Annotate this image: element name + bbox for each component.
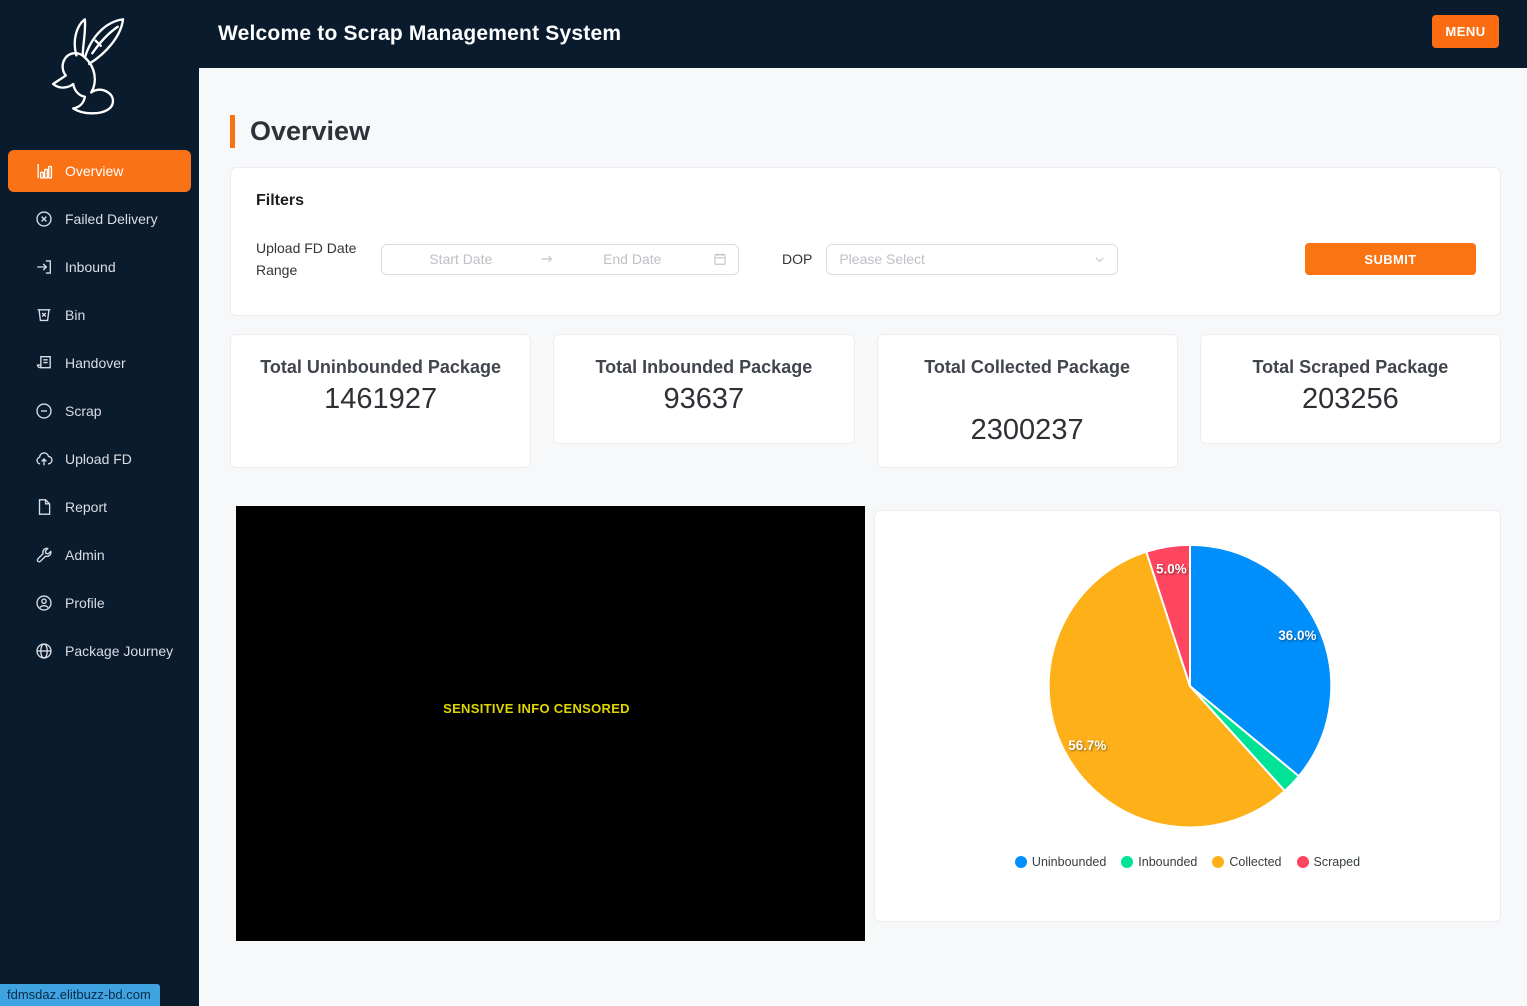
date-range-input[interactable]: Start Date End Date <box>381 244 739 275</box>
pie-legend: Uninbounded Inbounded Collected Scraped <box>875 855 1500 869</box>
sidebar-item-bin[interactable]: Bin <box>8 294 191 336</box>
sidebar-item-label: Package Journey <box>65 643 173 659</box>
sidebar-item-package-journey[interactable]: Package Journey <box>8 630 191 672</box>
pie-chart-panel: 36.0% 56.7% 5.0% Uninbounded Inbounded Colle… <box>874 510 1501 922</box>
legend-dot <box>1297 856 1309 868</box>
sidebar-item-label: Overview <box>65 163 123 179</box>
dop-label: DOP <box>782 251 812 267</box>
circle-x-icon <box>35 210 53 228</box>
sidebar-item-label: Handover <box>65 355 126 371</box>
heading-accent-bar <box>230 115 235 148</box>
pie-percent-label: 36.0% <box>1278 628 1316 643</box>
page-heading: Overview <box>230 115 1501 148</box>
logo <box>34 10 199 122</box>
top-bar: Welcome to Scrap Management System MENU <box>0 0 1527 68</box>
sidebar-item-upload-fd[interactable]: Upload FD <box>8 438 191 480</box>
sidebar-item-label: Inbound <box>65 259 116 275</box>
sidebar-menu: Overview Failed Delivery Inbound Bin Han… <box>0 122 199 672</box>
sidebar-item-label: Scrap <box>65 403 102 419</box>
stat-value: 203256 <box>1302 383 1399 416</box>
bin-x-icon <box>35 306 53 324</box>
section-title: Overview <box>250 116 370 147</box>
stat-value: 2300237 <box>971 414 1084 447</box>
sidebar-item-failed-delivery[interactable]: Failed Delivery <box>8 198 191 240</box>
sidebar-item-inbound[interactable]: Inbound <box>8 246 191 288</box>
legend-dot <box>1121 856 1133 868</box>
censored-label: SENSITIVE INFO CENSORED <box>222 701 851 716</box>
filters-title: Filters <box>256 192 1476 210</box>
legend-item-uninbounded[interactable]: Uninbounded <box>1015 855 1106 869</box>
pie-percent-label: 56.7% <box>1068 738 1106 753</box>
stat-value: 93637 <box>664 383 745 416</box>
date-range-label: Upload FD Date Range <box>256 237 368 281</box>
filters-card: Filters Upload FD Date Range Start Date … <box>230 167 1501 316</box>
wrench-icon <box>35 546 53 564</box>
sidebar-item-report[interactable]: Report <box>8 486 191 528</box>
charts-row: SENSITIVE INFO CENSORED 36.0% 56.7% 5.0% U… <box>230 506 1501 941</box>
swap-right-arrow-icon <box>540 252 554 266</box>
sidebar-item-label: Upload FD <box>65 451 132 467</box>
dop-placeholder: Please Select <box>839 251 925 267</box>
sidebar-item-handover[interactable]: Handover <box>8 342 191 384</box>
pie-percent-label: 5.0% <box>1156 561 1187 576</box>
scroll-doc-icon <box>35 354 53 372</box>
stat-card-uninbounded: Total Uninbounded Package 1461927 <box>230 334 531 468</box>
legend-dot <box>1015 856 1027 868</box>
stat-card-scraped: Total Scraped Package 203256 <box>1200 334 1501 444</box>
legend-item-scraped[interactable]: Scraped <box>1297 855 1361 869</box>
stat-card-inbounded: Total Inbounded Package 93637 <box>553 334 854 444</box>
sidebar-item-label: Report <box>65 499 107 515</box>
sign-in-icon <box>35 258 53 276</box>
stat-title: Total Collected Package <box>924 355 1130 379</box>
stat-title: Total Scraped Package <box>1253 355 1449 379</box>
stat-title: Total Uninbounded Package <box>260 355 501 379</box>
status-link: fdmsdaz.elitbuzz-bd.com <box>0 984 160 1006</box>
submit-button[interactable]: SUBMIT <box>1305 243 1476 275</box>
sidebar-item-overview[interactable]: Overview <box>8 150 191 192</box>
sidebar-item-label: Profile <box>65 595 105 611</box>
sidebar-item-label: Failed Delivery <box>65 211 158 227</box>
legend-item-collected[interactable]: Collected <box>1212 855 1281 869</box>
dop-select[interactable]: Please Select <box>826 244 1118 275</box>
stat-title: Total Inbounded Package <box>596 355 813 379</box>
end-date-placeholder[interactable]: End Date <box>554 251 712 267</box>
menu-button[interactable]: MENU <box>1432 15 1499 48</box>
file-icon <box>35 498 53 516</box>
bar-chart-icon <box>35 162 53 180</box>
circle-minus-icon <box>35 402 53 420</box>
globe-icon <box>35 642 53 660</box>
cloud-upload-icon <box>35 450 53 468</box>
page-title: Welcome to Scrap Management System <box>218 0 621 68</box>
calendar-icon <box>713 252 727 266</box>
legend-label: Uninbounded <box>1032 855 1106 869</box>
user-circle-icon <box>35 594 53 612</box>
sidebar-item-label: Bin <box>65 307 85 323</box>
sidebar-item-scrap[interactable]: Scrap <box>8 390 191 432</box>
stat-value: 1461927 <box>324 383 437 416</box>
stats-row: Total Uninbounded Package 1461927 Total … <box>230 334 1501 468</box>
sidebar-item-admin[interactable]: Admin <box>8 534 191 576</box>
censored-chart-area: SENSITIVE INFO CENSORED <box>236 506 865 941</box>
sidebar-item-profile[interactable]: Profile <box>8 582 191 624</box>
legend-label: Inbounded <box>1138 855 1197 869</box>
sidebar: Overview Failed Delivery Inbound Bin Han… <box>0 0 199 1006</box>
start-date-placeholder[interactable]: Start Date <box>382 251 540 267</box>
legend-item-inbounded[interactable]: Inbounded <box>1121 855 1197 869</box>
sidebar-item-label: Admin <box>65 547 105 563</box>
dove-logo-icon <box>34 10 140 122</box>
main-content: Overview Filters Upload FD Date Range St… <box>199 68 1527 1006</box>
legend-label: Collected <box>1229 855 1281 869</box>
legend-label: Scraped <box>1314 855 1361 869</box>
stat-card-collected: Total Collected Package 2300237 <box>877 334 1178 468</box>
legend-dot <box>1212 856 1224 868</box>
chevron-down-icon <box>1093 253 1106 266</box>
